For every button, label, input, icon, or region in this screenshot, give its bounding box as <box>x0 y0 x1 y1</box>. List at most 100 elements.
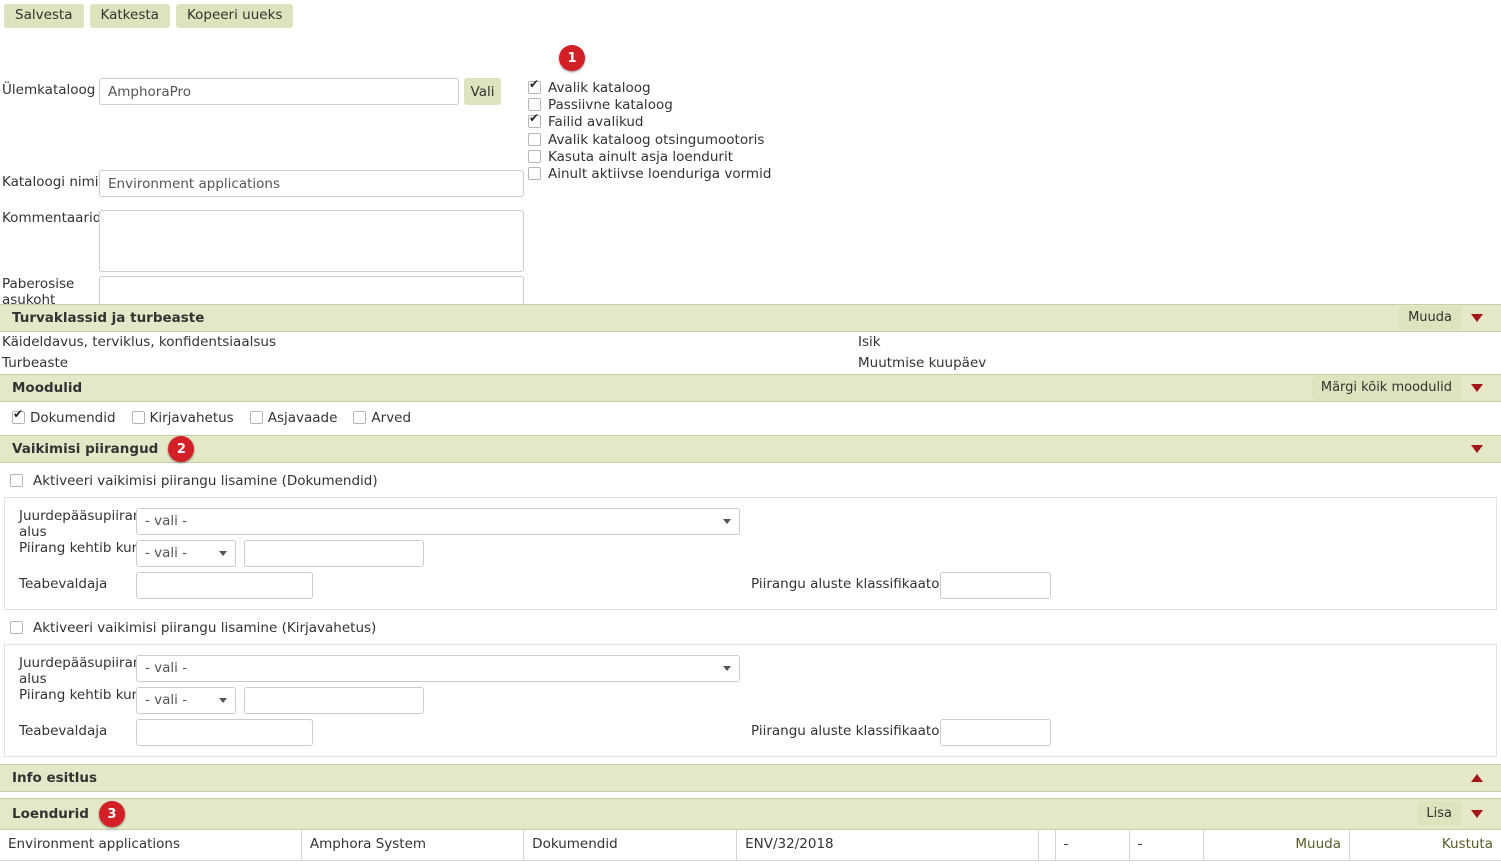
counter-delete-link[interactable]: Kustuta <box>1349 830 1501 861</box>
module-item-dokumendid[interactable]: Dokumendid <box>8 408 124 427</box>
section-header-security[interactable]: Turvaklassid ja turbeaste Muuda <box>0 304 1501 332</box>
valid-until-select[interactable]: - vali - <box>136 540 236 567</box>
basis-select[interactable]: - vali - <box>136 508 740 535</box>
add-counter-button[interactable]: Lisa <box>1417 802 1461 826</box>
module-checkbox-kirjavahetus[interactable] <box>131 411 145 424</box>
valid-until-select-value: - vali - <box>145 545 188 561</box>
chevron-down-icon <box>219 698 227 703</box>
valid-until-label: Piirang kehtib kuni <box>19 687 144 703</box>
section-header-default-restrictions[interactable]: Vaikimisi piirangud 2 <box>0 435 1501 463</box>
copy-as-new-button[interactable]: Kopeeri uueks <box>175 4 294 28</box>
option-label: Failid avalikud <box>548 114 644 131</box>
module-label: Arved <box>371 409 412 426</box>
valid-until-date-input[interactable] <box>244 540 424 567</box>
module-item-kirjavahetus[interactable]: Kirjavahetus <box>128 408 242 427</box>
restriction-field-holder: Teabevaldaja Piirangu aluste klassifikaa… <box>5 571 1496 601</box>
counter-cell-module: Dokumendid <box>523 830 738 861</box>
parent-catalog-label: Ülemkataloog <box>2 82 96 98</box>
section-title-counters: Loendurid <box>12 806 89 822</box>
valid-until-select-value: - vali - <box>145 692 188 708</box>
activate-checkbox-dokumendid[interactable] <box>10 474 23 487</box>
activate-default-restriction-kirjavahetus[interactable]: Aktiveeri vaikimisi piirangu lisamine (K… <box>0 610 1501 644</box>
section-title-default-restrictions: Vaikimisi piirangud <box>12 441 159 457</box>
counter-cell-code: ENV/32/2018 <box>736 830 1039 861</box>
chevron-down-icon[interactable] <box>1471 314 1483 322</box>
restriction-field-valid-until: Piirang kehtib kuni - vali - <box>5 538 1496 571</box>
basis-select-value: - vali - <box>145 513 188 529</box>
basis-label: Juurdepääsupiirangu alus <box>19 508 159 540</box>
holder-label: Teabevaldaja <box>19 723 108 739</box>
section-title-security: Turvaklassid ja turbeaste <box>12 310 205 326</box>
valid-until-date-input[interactable] <box>244 687 424 714</box>
catalog-name-input[interactable] <box>99 170 524 197</box>
module-label: Kirjavahetus <box>149 409 234 426</box>
holder-input[interactable] <box>136 719 313 746</box>
counter-cell-name: Environment applications <box>0 830 302 861</box>
basis-label: Juurdepääsupiirangu alus <box>19 655 159 687</box>
option-checkbox-failid-avalikud[interactable] <box>528 112 541 129</box>
parent-catalog-input[interactable] <box>99 78 459 105</box>
activate-default-restriction-dokumendid[interactable]: Aktiveeri vaikimisi piirangu lisamine (D… <box>0 463 1501 497</box>
modules-checkbox-row: Dokumendid Kirjavahetus Asjavaade Arved <box>0 402 1501 435</box>
cancel-button[interactable]: Katkesta <box>89 4 170 28</box>
chevron-down-icon <box>219 551 227 556</box>
counter-cell-dash-2: - <box>1129 830 1204 861</box>
classifier-input[interactable] <box>940 572 1051 599</box>
option-row-ainult-aktiivse-loenduriga-vormid[interactable]: Ainult aktiivse loenduriga vormid <box>528 166 771 183</box>
option-checkbox-avalik-kataloog-otsingumootoris[interactable] <box>528 132 541 146</box>
chevron-down-icon <box>723 519 731 524</box>
section-header-info-presentation[interactable]: Info esitlus <box>0 764 1501 792</box>
option-row-avalik-kataloog-otsingumootoris[interactable]: Avalik kataloog otsingumootoris <box>528 132 771 149</box>
option-checkbox-avalik-kataloog[interactable] <box>528 78 541 94</box>
save-button[interactable]: Salvesta <box>4 4 84 28</box>
classifier-input[interactable] <box>940 719 1051 746</box>
module-checkbox-arved[interactable] <box>353 411 367 424</box>
chevron-up-icon[interactable] <box>1471 774 1483 782</box>
restriction-field-holder: Teabevaldaja Piirangu aluste klassifikaa… <box>5 718 1496 748</box>
security-cell-right: Muutmise kuupäev <box>858 355 987 371</box>
option-row-passiivne-kataloog[interactable]: Passiivne kataloog <box>528 97 771 114</box>
module-item-asjavaade[interactable]: Asjavaade <box>246 408 346 427</box>
restriction-field-basis: Juurdepääsupiirangu alus - vali - <box>5 505 1496 540</box>
option-checkbox-passiivne-kataloog[interactable] <box>528 98 541 112</box>
option-label: Avalik kataloog <box>548 80 651 96</box>
section-header-modules[interactable]: Moodulid Märgi kõik moodulid <box>0 374 1501 402</box>
chevron-down-icon[interactable] <box>1471 445 1483 453</box>
counters-table: Environment applications Amphora System … <box>0 830 1501 861</box>
activate-checkbox-kirjavahetus[interactable] <box>10 621 23 634</box>
classifier-label: Piirangu aluste klassifikaator <box>751 576 946 592</box>
select-parent-catalog-button[interactable]: Vali <box>464 78 501 105</box>
module-checkbox-dokumendid[interactable] <box>12 408 25 424</box>
annotation-badge-2: 2 <box>168 436 195 462</box>
option-row-failid-avalikud[interactable]: Failid avalikud <box>528 112 771 131</box>
option-label: Kasuta ainult asja loendurit <box>548 148 734 165</box>
option-checkbox-ainult-aktiivse-loenduriga-vormid[interactable] <box>528 166 541 180</box>
chevron-down-icon[interactable] <box>1471 810 1483 818</box>
security-edit-button[interactable]: Muuda <box>1399 306 1461 330</box>
comments-textarea[interactable] <box>99 210 524 272</box>
option-row-avalik-kataloog[interactable]: Avalik kataloog <box>528 78 771 97</box>
counter-cell-empty <box>1038 830 1056 861</box>
counter-edit-link[interactable]: Muuda <box>1203 830 1351 861</box>
holder-label: Teabevaldaja <box>19 576 108 592</box>
activate-label: Aktiveeri vaikimisi piirangu lisamine (D… <box>33 472 378 489</box>
chevron-down-icon[interactable] <box>1471 384 1483 392</box>
catalog-form: 1 Ülemkataloog Vali Kataloogi nimi Komme… <box>0 32 1501 338</box>
basis-select[interactable]: - vali - <box>136 655 740 682</box>
holder-input[interactable] <box>136 572 313 599</box>
mark-all-modules-button[interactable]: Märgi kõik moodulid <box>1311 376 1461 400</box>
table-row[interactable]: Environment applications Amphora System … <box>0 830 1501 861</box>
section-title-info-presentation: Info esitlus <box>12 770 98 786</box>
restriction-field-valid-until: Piirang kehtib kuni - vali - <box>5 685 1496 718</box>
security-row: Turbeaste Muutmise kuupäev <box>0 353 1501 374</box>
option-checkbox-kasuta-ainult-asja-loendurit[interactable] <box>528 149 541 163</box>
section-header-counters[interactable]: Loendurid 3 Lisa <box>0 798 1501 830</box>
valid-until-select[interactable]: - vali - <box>136 687 236 714</box>
comments-label: Kommentaarid <box>2 210 102 226</box>
module-checkbox-asjavaade[interactable] <box>249 411 263 424</box>
option-label: Passiivne kataloog <box>548 97 673 114</box>
module-item-arved[interactable]: Arved <box>349 408 419 427</box>
security-cell-left: Turbeaste <box>2 355 69 371</box>
option-row-kasuta-ainult-asja-loendurit[interactable]: Kasuta ainult asja loendurit <box>528 149 771 166</box>
classifier-label: Piirangu aluste klassifikaator <box>751 723 946 739</box>
